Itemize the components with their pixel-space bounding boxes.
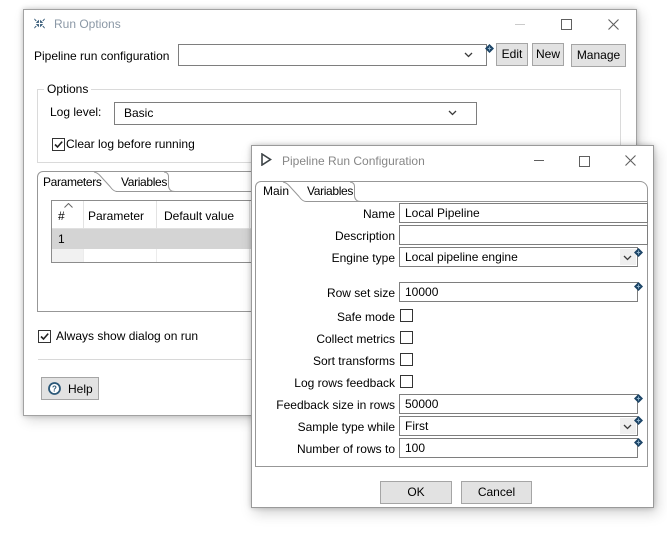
svg-text:?: ?	[52, 384, 57, 393]
